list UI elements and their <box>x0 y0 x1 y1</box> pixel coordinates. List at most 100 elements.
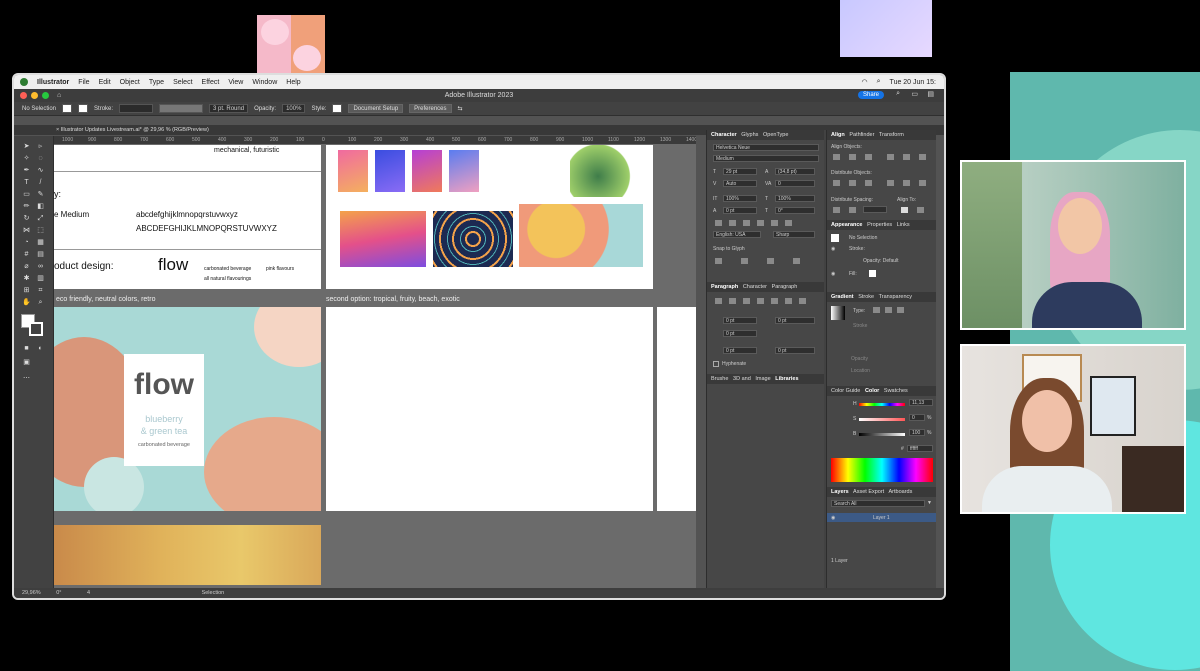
right-indent-field[interactable]: 0 pt <box>775 317 815 324</box>
layer-name[interactable]: Layer 1 <box>873 515 890 521</box>
tab-3d[interactable]: 3D and <box>733 376 751 382</box>
appearance-opacity-label[interactable]: Opacity: Default <box>863 258 899 264</box>
anti-aliasing-dropdown[interactable]: Sharp <box>773 231 815 238</box>
tab-stroke[interactable]: Stroke <box>858 294 874 300</box>
width-tool-icon[interactable]: ⋈ <box>22 226 31 235</box>
distribute-right-icon[interactable] <box>919 180 926 186</box>
stroke-weight-field[interactable] <box>119 104 154 113</box>
tab-libraries[interactable]: Libraries <box>775 376 798 382</box>
filter-icon[interactable]: ▼ <box>927 500 932 506</box>
paintbrush-tool-icon[interactable]: ✎ <box>36 190 45 199</box>
menu-effect[interactable]: Effect <box>202 79 220 86</box>
tab-transparency[interactable]: Transparency <box>879 294 912 300</box>
rotation-angle[interactable]: 0° <box>56 590 61 596</box>
first-line-indent-field[interactable]: 0 pt <box>723 330 757 337</box>
color-panel-tabs[interactable]: Color Guide Color Swatches <box>827 386 936 396</box>
freeform-gradient-icon[interactable] <box>897 307 904 313</box>
small-caps-icon[interactable] <box>729 220 736 226</box>
layer-row[interactable]: ◉ Layer 1 <box>827 513 936 522</box>
distribute-bottom-icon[interactable] <box>865 180 872 186</box>
more-tools-icon[interactable]: ⋯ <box>22 374 31 383</box>
saturation-field[interactable]: 0 <box>909 414 925 421</box>
artboard-flow-package[interactable]: flow blueberry & green tea carbonated be… <box>54 307 321 511</box>
underline-icon[interactable] <box>771 220 778 226</box>
snap-icon[interactable] <box>767 258 774 264</box>
character-panel-tabs[interactable]: Character Glyphs OpenType <box>707 130 824 140</box>
tab-appearance[interactable]: Appearance <box>831 222 863 228</box>
distribute-left-icon[interactable] <box>887 180 894 186</box>
subscript-icon[interactable] <box>757 220 764 226</box>
mood-image-pattern[interactable] <box>433 211 513 267</box>
rectangle-tool-icon[interactable]: ▭ <box>22 190 31 199</box>
tab-color-guide[interactable]: Color Guide <box>831 388 860 394</box>
strikethrough-icon[interactable] <box>785 220 792 226</box>
type-tool-icon[interactable]: T <box>22 178 31 187</box>
tab-transform[interactable]: Transform <box>879 132 904 138</box>
symbol-sprayer-tool-icon[interactable]: ✱ <box>22 274 31 283</box>
mood-image-1[interactable] <box>338 150 368 192</box>
radial-gradient-icon[interactable] <box>885 307 892 313</box>
mood-image-plant[interactable] <box>570 145 640 197</box>
tab-align[interactable]: Align <box>831 132 845 138</box>
gradient-tool-icon[interactable]: ▤ <box>36 250 45 259</box>
linear-gradient-icon[interactable] <box>873 307 880 313</box>
draw-mode-icon[interactable]: ◐ <box>36 344 45 353</box>
artboard-third-option[interactable] <box>657 307 696 511</box>
gradient-panel-tabs[interactable]: Gradient Stroke Transparency <box>827 292 936 302</box>
left-indent-field[interactable]: 0 pt <box>723 317 757 324</box>
wifi-icon[interactable]: ◠ <box>862 78 868 86</box>
horizontal-align-right-icon[interactable] <box>865 154 872 160</box>
share-button[interactable]: Share <box>857 91 884 99</box>
brightness-slider[interactable] <box>859 433 905 436</box>
pencil-tool-icon[interactable]: ✏ <box>22 202 31 211</box>
color-mode-icon[interactable]: ■ <box>22 344 31 353</box>
menu-file[interactable]: File <box>78 79 89 86</box>
language-dropdown[interactable]: English: USA <box>713 231 761 238</box>
space-after-field[interactable]: 0 pt <box>775 347 815 354</box>
hand-tool-icon[interactable]: ✋ <box>22 298 31 307</box>
tab-paragraph[interactable]: Paragraph <box>711 284 738 290</box>
tab-artboards[interactable]: Artboards <box>889 489 913 495</box>
visibility-eye-icon[interactable]: ◉ <box>831 271 835 277</box>
document-setup-button[interactable]: Document Setup <box>348 104 404 113</box>
tab-gradient[interactable]: Gradient <box>831 294 854 300</box>
layers-search-input[interactable]: Search All <box>831 500 925 507</box>
tab-asset-export[interactable]: Asset Export <box>853 489 884 495</box>
menu-view[interactable]: View <box>228 79 243 86</box>
hyphenate-checkbox[interactable] <box>713 361 719 367</box>
mood-image-gradient[interactable] <box>340 211 426 267</box>
baseline-shift-field[interactable]: 0 pt <box>723 207 757 214</box>
scale-tool-icon[interactable]: ⤢ <box>36 214 45 223</box>
zoom-tool-icon[interactable]: ⌕ <box>36 298 45 307</box>
superscript-icon[interactable] <box>743 220 750 226</box>
fill-swatch[interactable] <box>62 104 73 113</box>
line-tool-icon[interactable]: / <box>36 178 45 187</box>
pen-tool-icon[interactable]: ✒ <box>22 166 31 175</box>
artboard-second-option[interactable] <box>326 307 653 511</box>
style-swatch[interactable] <box>332 104 343 113</box>
tab-properties[interactable]: Properties <box>867 222 892 228</box>
menu-type[interactable]: Type <box>149 79 164 86</box>
minimize-window-button[interactable] <box>31 92 38 99</box>
mesh-tool-icon[interactable]: # <box>22 250 31 259</box>
rotate-tool-icon[interactable]: ↻ <box>22 214 31 223</box>
home-icon[interactable]: ⌂ <box>57 92 61 99</box>
slice-tool-icon[interactable]: ⌗ <box>36 286 45 295</box>
stroke-swatch[interactable] <box>78 104 89 113</box>
artboard-moodboard[interactable] <box>326 145 653 289</box>
selection-tool-icon[interactable]: ➤ <box>22 142 31 151</box>
perspective-grid-tool-icon[interactable]: ▦ <box>36 238 45 247</box>
artboard-typography[interactable]: mechanical, futuristic y: e Medium abcde… <box>54 145 321 289</box>
blend-tool-icon[interactable]: ∞ <box>36 262 45 271</box>
horizontal-scale-field[interactable]: 100% <box>775 195 815 202</box>
align-to-selection-icon[interactable] <box>901 207 908 213</box>
snap-icon[interactable] <box>715 258 722 264</box>
eraser-tool-icon[interactable]: ◧ <box>36 202 45 211</box>
video-tile-presenter-1[interactable] <box>960 160 1186 330</box>
font-size-field[interactable]: 29 pt <box>723 168 757 175</box>
vertical-align-bottom-icon[interactable] <box>919 154 926 160</box>
layers-panel-tabs[interactable]: Layers Asset Export Artboards <box>827 487 936 497</box>
mood-image-tropical[interactable] <box>519 204 643 267</box>
justify-right-icon[interactable] <box>785 298 792 304</box>
screen-mode-icon[interactable]: ▣ <box>22 358 31 367</box>
